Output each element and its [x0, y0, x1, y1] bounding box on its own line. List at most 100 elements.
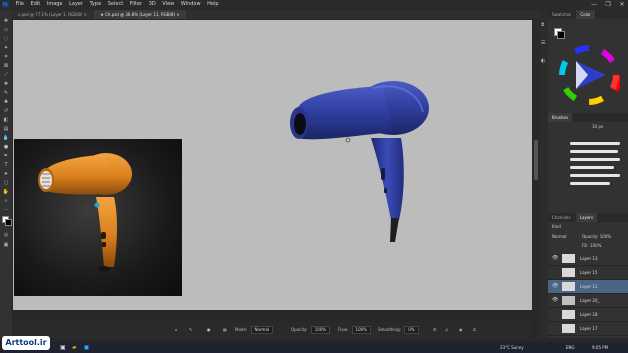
screen-mode-icon[interactable]: ▣ — [2, 242, 10, 248]
minimize-button[interactable]: — — [588, 0, 600, 9]
brush-stroke-preview[interactable] — [570, 142, 620, 145]
tab-layers[interactable]: Layers — [575, 213, 598, 222]
clock[interactable]: 9:05 PM — [592, 342, 608, 353]
brush-size-icon[interactable]: ● — [207, 322, 211, 338]
eraser-icon[interactable]: ◧ — [2, 117, 10, 123]
layers-panel-header: Channels Layers — [548, 213, 628, 222]
layer-row[interactable]: Layer 17 — [548, 322, 628, 336]
layer-row[interactable]: 👁 Layer 13 — [548, 252, 628, 266]
smoothing-label: Smoothing: — [378, 327, 401, 332]
pressure-icon[interactable]: ◉ — [459, 322, 463, 338]
zoom-tool-icon[interactable]: ⌕ — [2, 198, 10, 204]
angle-icon[interactable]: ∠ — [445, 322, 449, 338]
symmetry-icon[interactable]: ⧖ — [473, 322, 476, 338]
clone-stamp-icon[interactable]: ♣ — [2, 99, 10, 105]
layer-row[interactable]: Layer 18 — [548, 308, 628, 322]
brush-preset-grid[interactable] — [554, 134, 624, 196]
history-brush-icon[interactable]: ↺ — [2, 108, 10, 114]
properties-icon[interactable]: ☰ — [541, 40, 545, 46]
eye-icon[interactable]: 👁 — [552, 255, 558, 261]
eyedropper-icon[interactable]: ⟋ — [2, 72, 10, 78]
close-button[interactable]: ✕ — [616, 0, 628, 9]
dodge-tool-icon[interactable]: ● — [2, 144, 10, 150]
brush-preset-icon[interactable]: ✎ — [189, 322, 192, 338]
layer-name: Layer 17 — [580, 326, 598, 331]
tab-brushes[interactable]: Brushes — [548, 113, 573, 122]
brush-settings-icon[interactable]: ▦ — [223, 322, 227, 338]
photoshop-taskbar-icon[interactable]: ◼ — [84, 342, 89, 353]
crop-tool-icon[interactable]: ⌗ — [2, 54, 10, 60]
menu-image[interactable]: Image — [47, 0, 63, 9]
layer-row[interactable]: Layer 15 — [548, 266, 628, 280]
gradient-tool-icon[interactable]: ▤ — [2, 126, 10, 132]
canvas-vertical-scrollbar[interactable] — [532, 20, 540, 310]
menu-edit[interactable]: Edit — [31, 0, 41, 9]
taskbar-app-icon[interactable]: ▣ — [60, 342, 66, 353]
brush-stroke-preview[interactable] — [570, 182, 610, 185]
menu-type[interactable]: Type — [90, 0, 101, 9]
background-color-swatch[interactable] — [5, 219, 12, 226]
file-explorer-icon[interactable]: ▰ — [72, 342, 77, 353]
eye-icon[interactable]: 👁 — [552, 283, 558, 289]
menu-filter[interactable]: Filter — [130, 0, 142, 9]
windows-taskbar: ▣ ▰ ◼ 23°C Sunny ENG 9:05 PM — [0, 342, 628, 353]
history-icon[interactable]: ⧗ — [541, 22, 545, 28]
tab-channels[interactable]: Channels — [548, 213, 575, 222]
move-tool-icon[interactable]: ✥ — [2, 18, 10, 24]
opacity-input[interactable]: 100% — [310, 326, 331, 334]
more-tools-icon[interactable]: ⋯ — [2, 207, 10, 213]
layer-thumbnail — [562, 282, 575, 291]
gear-icon[interactable]: ⚙ — [433, 322, 437, 338]
adjustments-icon[interactable]: ◐ — [541, 58, 545, 64]
hand-tool-icon[interactable]: ✋ — [2, 189, 10, 195]
flow-input[interactable]: 100% — [351, 326, 371, 334]
tab-document-1[interactable]: c.psd @ 77.1% (Layer 1, RGB/8) × — [12, 10, 93, 19]
mode-select[interactable]: Normal — [250, 326, 274, 334]
menu-layer[interactable]: Layer — [69, 0, 83, 9]
layer-row-selected[interactable]: 👁 Layer 11 — [548, 280, 628, 294]
frame-tool-icon[interactable]: ⊠ — [2, 63, 10, 69]
brush-tool-icon[interactable]: ✎ — [2, 90, 10, 96]
magic-wand-icon[interactable]: ✦ — [2, 45, 10, 51]
menu-bar: Ps File Edit Image Layer Type Select Fil… — [0, 0, 628, 9]
layer-opacity-value[interactable]: 100% — [600, 234, 611, 239]
blend-mode-select[interactable]: Normal — [552, 234, 566, 239]
color-wheel[interactable] — [558, 44, 620, 106]
tab-document-2[interactable]: ★ Ch.psd @ 36.8% (Layer 11, RGB/8) × — [94, 10, 186, 19]
scrollbar-thumb[interactable] — [534, 140, 538, 180]
healing-brush-icon[interactable]: ✚ — [2, 81, 10, 87]
layer-fill-value[interactable]: 100% — [590, 243, 601, 248]
maximize-button[interactable]: ❐ — [602, 0, 614, 9]
menu-help[interactable]: Help — [207, 0, 218, 9]
artboard-tool-icon[interactable]: ▭ — [2, 27, 10, 33]
menu-window[interactable]: Window — [181, 0, 201, 9]
brush-stroke-preview[interactable] — [570, 150, 618, 153]
eye-icon[interactable]: 👁 — [552, 297, 558, 303]
menu-view[interactable]: View — [162, 0, 174, 9]
menu-3d[interactable]: 3D — [149, 0, 156, 9]
language-indicator[interactable]: ENG — [566, 342, 575, 353]
window-controls: — ❐ ✕ — [588, 0, 628, 9]
blur-tool-icon[interactable]: 💧 — [2, 135, 10, 141]
tab-color[interactable]: Color — [576, 10, 595, 19]
menu-select[interactable]: Select — [108, 0, 123, 9]
layer-filter-kind[interactable]: Kind — [552, 224, 561, 229]
tab-swatches[interactable]: Swatches — [548, 10, 575, 19]
brush-stroke-preview[interactable] — [570, 166, 614, 169]
photoshop-icon[interactable]: Ps — [2, 1, 9, 8]
menu-file[interactable]: File — [16, 0, 24, 9]
path-selection-icon[interactable]: ➤ — [2, 171, 10, 177]
background-color-chip[interactable] — [557, 31, 565, 39]
smoothing-input[interactable]: 0% — [404, 326, 419, 334]
pen-tool-icon[interactable]: ✒ — [2, 153, 10, 159]
layer-row[interactable]: 👁 Layer 20_ — [548, 294, 628, 308]
quick-mask-icon[interactable]: ◎ — [2, 232, 10, 238]
brush-stroke-preview[interactable] — [570, 158, 620, 161]
lasso-tool-icon[interactable]: ◌ — [2, 36, 10, 42]
home-icon[interactable]: ⌂ — [175, 322, 178, 338]
type-tool-icon[interactable]: T — [2, 162, 10, 168]
weather-widget[interactable]: 23°C Sunny — [500, 342, 524, 353]
brush-size-value[interactable]: 10 px — [592, 124, 603, 129]
brush-stroke-preview[interactable] — [570, 174, 620, 177]
shape-tool-icon[interactable]: ▢ — [2, 180, 10, 186]
